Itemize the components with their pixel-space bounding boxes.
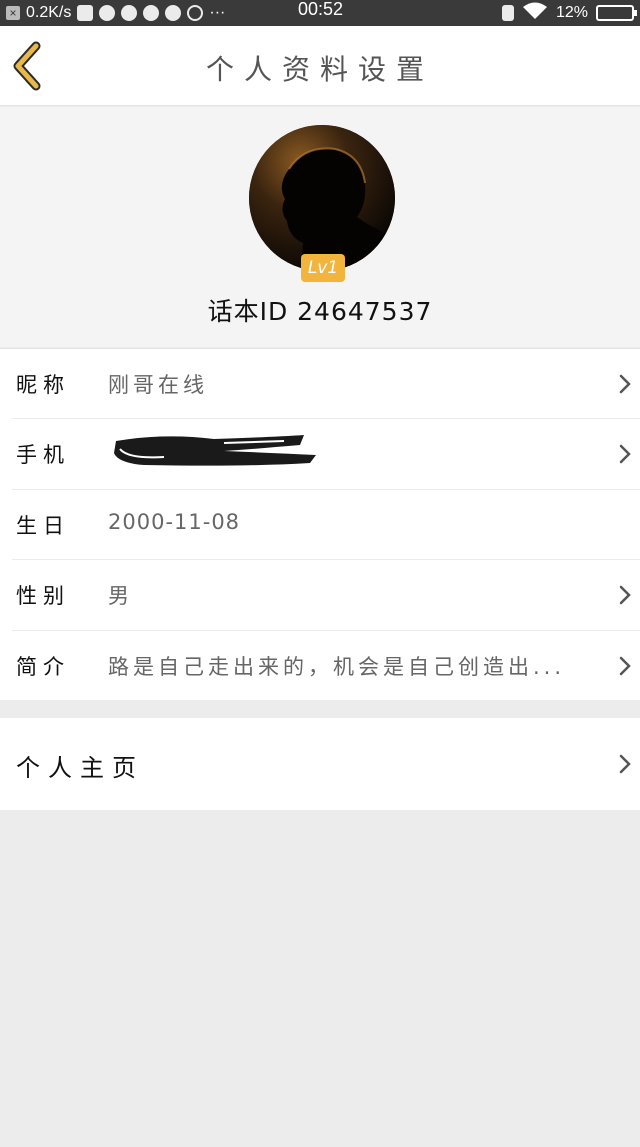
row-label: 性别 xyxy=(16,584,70,609)
profile-section: Lv1 话本ID 24647537 xyxy=(0,107,640,347)
birthday-row[interactable]: 生日 2000-11-08 xyxy=(12,490,640,561)
page-title: 个人资料设置 xyxy=(205,53,434,86)
chevron-right-icon xyxy=(619,585,631,605)
wifi-icon xyxy=(522,2,548,25)
row-label: 生日 xyxy=(16,513,70,538)
chevron-right-icon xyxy=(619,374,631,394)
user-id: 话本ID 24647537 xyxy=(207,297,433,326)
row-label: 昵称 xyxy=(16,373,70,397)
search-icon xyxy=(187,5,204,21)
app-notification-icon xyxy=(121,5,138,21)
status-bar-left: × 0.2K/s ··· xyxy=(6,4,225,22)
info-list: 昵称 刚哥在线 手机 生日 2000-11-08 性别 男 简介 路是自己走出来… xyxy=(0,348,640,700)
redacted-scribble xyxy=(114,435,316,467)
clock: 00:52 xyxy=(298,0,344,19)
net-speed: 0.2K/s xyxy=(26,4,72,21)
notification-close-icon: × xyxy=(6,6,20,20)
status-bar: × 0.2K/s ··· 00:52 12% xyxy=(0,0,640,26)
row-value: 路是自己走出来的，机会是自己创造出... xyxy=(108,654,566,679)
battery-icon xyxy=(596,5,637,21)
phone-row[interactable]: 手机 xyxy=(12,419,640,490)
row-value: 2000-11-08 xyxy=(108,509,241,534)
status-bar-right: 12% xyxy=(501,2,637,25)
personal-homepage-row[interactable]: 个人主页 xyxy=(0,718,640,810)
more-dots-icon: ··· xyxy=(209,4,226,21)
avatar-image xyxy=(249,125,395,271)
level-badge: Lv1 xyxy=(301,254,345,282)
row-label: 手机 xyxy=(16,443,70,468)
chevron-right-icon xyxy=(619,445,631,464)
chevron-right-icon xyxy=(619,754,631,774)
wechat-icon xyxy=(99,5,116,21)
nickname-row[interactable]: 昵称 刚哥在线 xyxy=(12,349,640,420)
row-value: 男 xyxy=(108,584,133,609)
homepage-label: 个人主页 xyxy=(16,754,144,782)
bio-row[interactable]: 简介 路是自己走出来的，机会是自己创造出... xyxy=(12,631,640,701)
gender-row[interactable]: 性别 男 xyxy=(12,560,640,631)
battery-percent: 12% xyxy=(555,4,588,21)
header: 个人资料设置 xyxy=(0,26,640,106)
skype-icon xyxy=(77,5,94,21)
vibrate-icon xyxy=(501,5,514,21)
browser-icon xyxy=(165,5,182,21)
chevron-right-icon xyxy=(619,656,631,675)
row-value: 刚哥在线 xyxy=(108,373,208,397)
avatar[interactable] xyxy=(249,125,395,271)
music-icon xyxy=(143,5,160,21)
row-label: 简介 xyxy=(16,654,70,679)
